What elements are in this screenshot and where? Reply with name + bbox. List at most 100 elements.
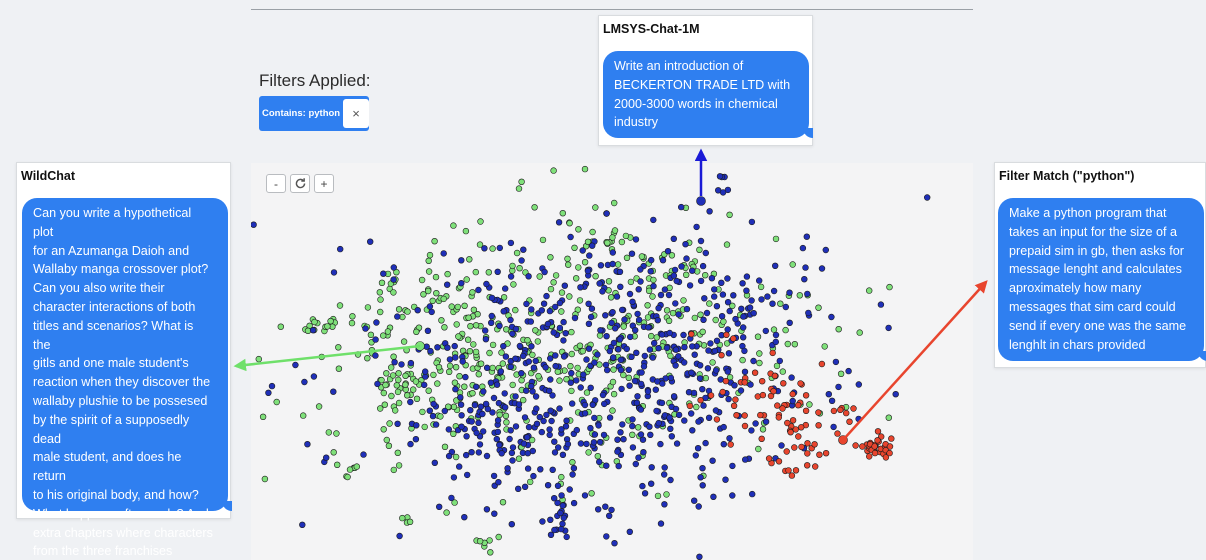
data-point[interactable] bbox=[726, 307, 733, 315]
data-point[interactable] bbox=[609, 309, 616, 316]
data-point[interactable] bbox=[699, 262, 707, 270]
data-point[interactable] bbox=[609, 260, 616, 268]
data-point[interactable] bbox=[709, 457, 716, 464]
data-point[interactable] bbox=[607, 294, 615, 301]
data-point[interactable] bbox=[663, 307, 671, 314]
data-point[interactable] bbox=[483, 452, 491, 460]
data-point[interactable] bbox=[489, 245, 496, 252]
data-point[interactable] bbox=[589, 228, 596, 236]
data-point[interactable] bbox=[610, 339, 618, 347]
data-point[interactable] bbox=[748, 218, 756, 226]
data-point[interactable] bbox=[664, 247, 672, 255]
data-point[interactable] bbox=[703, 309, 711, 317]
data-point[interactable] bbox=[496, 244, 504, 252]
data-point[interactable] bbox=[496, 411, 503, 419]
data-point[interactable] bbox=[515, 185, 523, 192]
data-point[interactable] bbox=[649, 354, 656, 361]
data-point[interactable] bbox=[488, 312, 496, 320]
data-point[interactable] bbox=[432, 273, 440, 281]
data-point[interactable] bbox=[530, 472, 537, 480]
data-point[interactable] bbox=[696, 553, 703, 560]
data-point[interactable] bbox=[472, 348, 480, 356]
data-point[interactable] bbox=[422, 368, 429, 375]
data-point[interactable] bbox=[667, 352, 674, 360]
data-point[interactable] bbox=[318, 353, 325, 361]
data-point[interactable] bbox=[688, 410, 695, 417]
data-point[interactable] bbox=[349, 313, 356, 320]
data-point[interactable] bbox=[732, 315, 739, 323]
data-point[interactable] bbox=[659, 256, 667, 264]
data-point[interactable] bbox=[706, 208, 713, 215]
data-point[interactable] bbox=[464, 336, 472, 343]
data-point[interactable] bbox=[583, 356, 590, 363]
data-point[interactable] bbox=[702, 249, 709, 257]
data-point[interactable] bbox=[558, 473, 565, 481]
data-point[interactable] bbox=[650, 282, 657, 290]
data-point[interactable] bbox=[515, 401, 523, 408]
data-point[interactable] bbox=[804, 290, 811, 298]
data-point[interactable] bbox=[393, 382, 401, 389]
data-point[interactable] bbox=[591, 359, 598, 366]
data-point[interactable] bbox=[791, 341, 798, 348]
data-point[interactable] bbox=[678, 203, 685, 211]
data-point[interactable] bbox=[740, 334, 747, 341]
data-point[interactable] bbox=[543, 292, 550, 300]
data-point[interactable] bbox=[695, 503, 702, 510]
data-point[interactable] bbox=[434, 344, 441, 351]
data-point[interactable] bbox=[626, 290, 634, 298]
data-point[interactable] bbox=[888, 435, 895, 442]
data-point[interactable] bbox=[681, 359, 688, 366]
data-point[interactable] bbox=[696, 375, 704, 382]
data-point[interactable] bbox=[655, 305, 662, 312]
data-point[interactable] bbox=[455, 333, 462, 340]
data-point[interactable] bbox=[771, 262, 779, 270]
data-point[interactable] bbox=[686, 282, 694, 289]
data-point[interactable] bbox=[310, 373, 318, 380]
data-point[interactable] bbox=[670, 393, 678, 400]
data-point[interactable] bbox=[834, 430, 841, 437]
data-point[interactable] bbox=[461, 514, 468, 521]
data-point[interactable] bbox=[771, 372, 779, 380]
data-point[interactable] bbox=[886, 283, 893, 291]
data-point[interactable] bbox=[712, 316, 719, 324]
data-point[interactable] bbox=[804, 440, 811, 447]
data-point[interactable] bbox=[477, 360, 485, 367]
data-point[interactable] bbox=[608, 319, 615, 327]
data-point[interactable] bbox=[480, 428, 487, 435]
data-point[interactable] bbox=[502, 285, 509, 292]
data-point[interactable] bbox=[509, 457, 516, 464]
data-point[interactable] bbox=[634, 393, 641, 400]
data-point[interactable] bbox=[623, 254, 631, 262]
data-point[interactable] bbox=[726, 435, 733, 442]
data-point[interactable] bbox=[731, 382, 738, 389]
data-point[interactable] bbox=[694, 445, 702, 452]
data-point[interactable] bbox=[830, 423, 837, 431]
reset-view-button[interactable] bbox=[290, 174, 310, 193]
data-point[interactable] bbox=[806, 401, 813, 408]
data-point[interactable] bbox=[730, 335, 737, 342]
data-point[interactable] bbox=[333, 461, 341, 468]
data-point[interactable] bbox=[443, 509, 450, 516]
data-point[interactable] bbox=[493, 381, 501, 388]
data-point[interactable] bbox=[629, 298, 636, 306]
data-point[interactable] bbox=[705, 414, 713, 422]
data-point[interactable] bbox=[617, 356, 624, 364]
data-point[interactable] bbox=[529, 388, 536, 395]
data-point[interactable] bbox=[665, 291, 673, 299]
data-point[interactable] bbox=[693, 403, 700, 411]
data-point[interactable] bbox=[600, 431, 608, 439]
data-point[interactable] bbox=[523, 300, 530, 308]
data-point[interactable] bbox=[426, 303, 434, 310]
data-point[interactable] bbox=[446, 362, 454, 370]
data-point[interactable] bbox=[559, 451, 567, 458]
data-point[interactable] bbox=[581, 410, 589, 417]
data-point[interactable] bbox=[458, 412, 465, 419]
data-point[interactable] bbox=[680, 331, 687, 339]
data-point[interactable] bbox=[389, 372, 397, 379]
data-point[interactable] bbox=[751, 369, 759, 376]
data-point[interactable] bbox=[467, 407, 474, 414]
data-point[interactable] bbox=[775, 458, 783, 465]
data-point[interactable] bbox=[438, 317, 445, 324]
data-point[interactable] bbox=[330, 449, 337, 456]
data-point[interactable] bbox=[434, 380, 441, 387]
